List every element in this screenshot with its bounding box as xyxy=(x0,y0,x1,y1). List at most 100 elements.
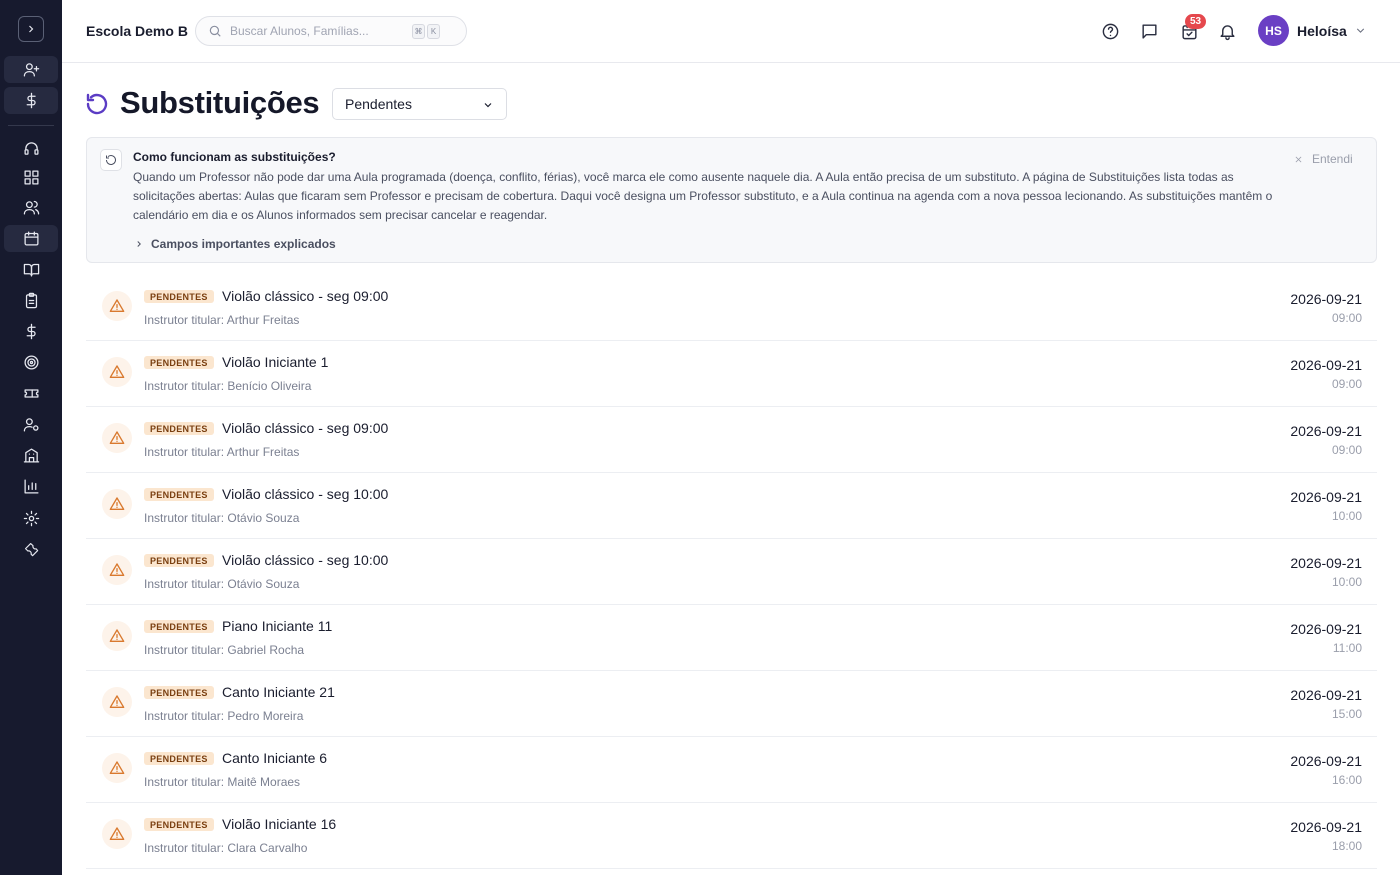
search-input[interactable] xyxy=(230,24,410,38)
class-title: Canto Iniciante 6 xyxy=(222,750,328,766)
help-button[interactable] xyxy=(1099,20,1121,42)
users-icon xyxy=(23,200,39,215)
sidebar-item-calendar[interactable] xyxy=(4,225,58,252)
list-item[interactable]: PENDENTES Piano Iniciante 11 Instrutor t… xyxy=(86,605,1377,671)
kbd-k: K xyxy=(427,23,440,39)
sidebar-item-goals[interactable] xyxy=(4,349,58,376)
status-filter-select[interactable]: Pendentes xyxy=(332,88,507,120)
list-item[interactable]: PENDENTES Canto Iniciante 6 Instrutor ti… xyxy=(86,737,1377,803)
instructor-label: Instrutor titular: Arthur Freitas xyxy=(144,445,300,459)
warning-icon xyxy=(102,819,132,849)
class-title: Violão Iniciante 1 xyxy=(222,354,329,370)
warning-icon xyxy=(102,357,132,387)
class-time: 15:00 xyxy=(1331,707,1362,721)
status-badge: PENDENTES xyxy=(144,422,214,435)
user-plus-icon xyxy=(23,63,39,77)
fields-explained-toggle[interactable]: Campos importantes explicados xyxy=(134,237,336,251)
warning-icon xyxy=(102,291,132,321)
instructor-label: Instrutor titular: Benício Oliveira xyxy=(144,379,312,393)
sidebar-item-people[interactable] xyxy=(4,194,58,221)
instructor-label: Instrutor titular: Arthur Freitas xyxy=(144,313,300,327)
wrench-icon xyxy=(24,542,38,557)
info-body: Quando um Professor não pode dar uma Aul… xyxy=(133,170,1273,222)
substitution-list: PENDENTES Violão clássico - seg 09:00 In… xyxy=(86,275,1377,869)
class-time: 16:00 xyxy=(1331,773,1362,787)
sidebar-expand-button[interactable] xyxy=(18,16,44,42)
refresh-icon xyxy=(100,149,122,171)
list-item[interactable]: PENDENTES Violão clássico - seg 09:00 In… xyxy=(86,407,1377,473)
sidebar-item-instructors[interactable] xyxy=(4,411,58,438)
dismiss-button[interactable]: Entendi xyxy=(1294,152,1353,166)
class-time: 09:00 xyxy=(1331,377,1362,391)
info-title: Como funcionam as substituições? xyxy=(133,150,336,164)
class-date: 2026-09-21 xyxy=(1290,555,1362,571)
class-time: 10:00 xyxy=(1331,575,1362,589)
user-menu-toggle[interactable] xyxy=(1354,24,1367,42)
warning-icon xyxy=(102,621,132,651)
message-icon xyxy=(1141,23,1157,39)
chevron-right-icon xyxy=(137,241,141,247)
help-circle-icon xyxy=(1102,23,1118,39)
class-time: 11:00 xyxy=(1332,641,1362,655)
sidebar-item-tools[interactable] xyxy=(4,536,58,563)
status-badge: PENDENTES xyxy=(144,356,214,369)
building-icon xyxy=(23,448,39,463)
list-item[interactable]: PENDENTES Violão Iniciante 1 Instrutor t… xyxy=(86,341,1377,407)
list-item[interactable]: PENDENTES Violão Iniciante 16 Instrutor … xyxy=(86,803,1377,869)
class-title: Violão clássico - seg 09:00 xyxy=(222,288,389,304)
notifications-button[interactable] xyxy=(1216,20,1238,42)
ticket-icon xyxy=(23,389,39,398)
class-title: Violão clássico - seg 10:00 xyxy=(222,552,389,568)
gear-icon xyxy=(23,510,39,527)
list-item[interactable]: PENDENTES Violão clássico - seg 10:00 In… xyxy=(86,473,1377,539)
dashboard-icon xyxy=(23,170,39,185)
class-date: 2026-09-21 xyxy=(1290,819,1362,835)
class-date: 2026-09-21 xyxy=(1290,753,1362,769)
search-box[interactable]: ⌘ K xyxy=(195,16,467,46)
status-badge: PENDENTES xyxy=(144,290,214,303)
class-title: Violão clássico - seg 09:00 xyxy=(222,420,389,436)
chevron-down-icon xyxy=(484,103,492,108)
user-name[interactable]: Heloísa xyxy=(1297,23,1347,39)
sidebar-item-add-user[interactable] xyxy=(4,56,58,83)
list-item[interactable]: PENDENTES Violão clássico - seg 09:00 In… xyxy=(86,275,1377,341)
sidebar-item-dashboard[interactable] xyxy=(4,164,58,191)
instructor-label: Instrutor titular: Otávio Souza xyxy=(144,577,300,591)
messages-button[interactable] xyxy=(1138,20,1160,42)
sidebar-item-settings[interactable] xyxy=(4,505,58,532)
list-item[interactable]: PENDENTES Violão clássico - seg 10:00 In… xyxy=(86,539,1377,605)
refresh-icon xyxy=(85,92,109,116)
bell-icon xyxy=(1219,24,1235,40)
warning-icon xyxy=(102,753,132,783)
dollar-icon xyxy=(26,92,36,109)
list-item[interactable]: PENDENTES Canto Iniciante 21 Instrutor t… xyxy=(86,671,1377,737)
status-badge: PENDENTES xyxy=(144,488,214,501)
warning-icon xyxy=(102,489,132,519)
school-name[interactable]: Escola Demo B xyxy=(86,23,188,39)
sidebar-divider xyxy=(8,125,54,126)
sidebar-item-finance[interactable] xyxy=(4,87,58,114)
sidebar-item-buildings[interactable] xyxy=(4,442,58,469)
status-filter-value: Pendentes xyxy=(345,96,412,112)
sidebar-item-support[interactable] xyxy=(4,135,58,162)
warning-icon xyxy=(102,555,132,585)
sidebar-item-assignments[interactable] xyxy=(4,287,58,314)
dollar-sign-icon xyxy=(26,323,36,340)
class-date: 2026-09-21 xyxy=(1290,489,1362,505)
sidebar-item-reports[interactable] xyxy=(4,473,58,500)
chevron-down-icon xyxy=(1356,28,1365,33)
sidebar-item-payments[interactable] xyxy=(4,318,58,345)
class-date: 2026-09-21 xyxy=(1290,687,1362,703)
class-time: 10:00 xyxy=(1331,509,1362,523)
chevron-right-icon xyxy=(29,25,34,33)
headset-icon xyxy=(23,142,39,155)
calendar-icon xyxy=(23,231,39,246)
fields-explained-label: Campos importantes explicados xyxy=(151,237,336,251)
instructor-label: Instrutor titular: Clara Carvalho xyxy=(144,841,308,855)
info-panel: Como funcionam as substituições? Quando … xyxy=(86,137,1377,263)
sidebar-item-courses[interactable] xyxy=(4,256,58,283)
status-badge: PENDENTES xyxy=(144,752,214,765)
sidebar-item-tickets[interactable] xyxy=(4,380,58,407)
avatar[interactable]: HS xyxy=(1258,15,1289,46)
class-date: 2026-09-21 xyxy=(1290,423,1362,439)
